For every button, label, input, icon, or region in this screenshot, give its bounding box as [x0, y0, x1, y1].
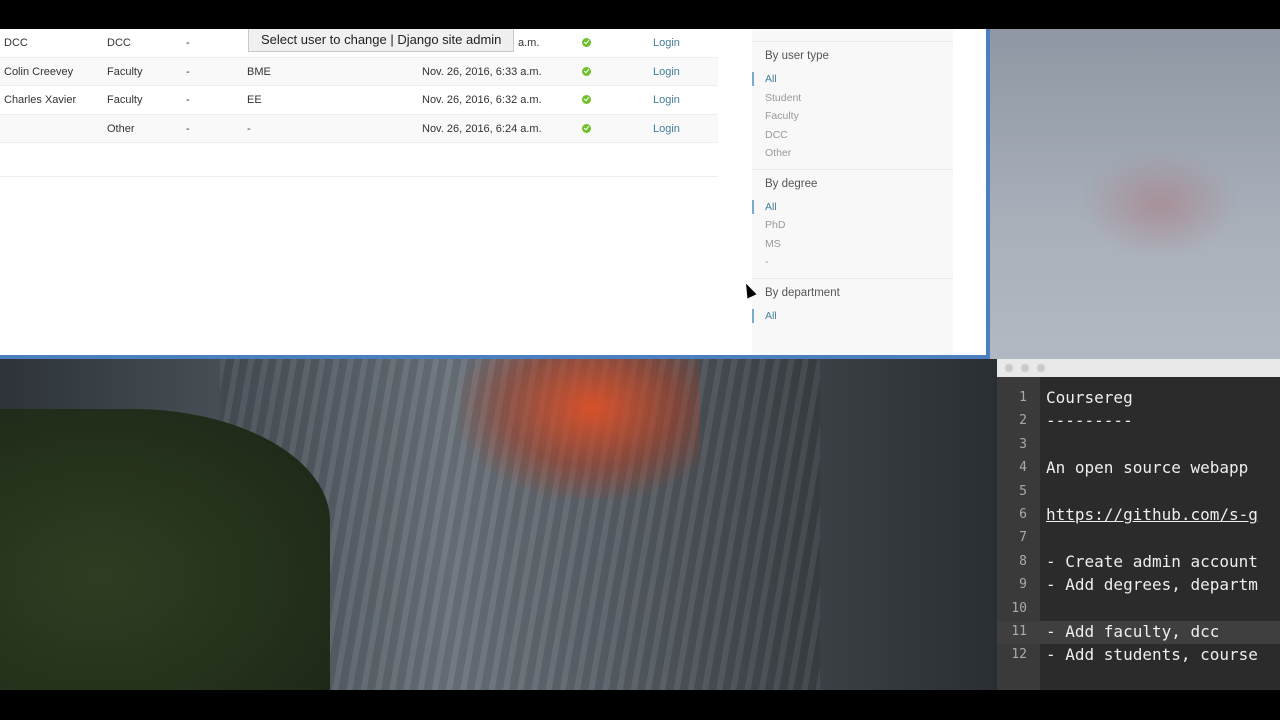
- line-text: - Add degrees, departm: [1046, 575, 1258, 595]
- user-degree: -: [186, 122, 190, 135]
- login-link[interactable]: Login: [653, 37, 680, 49]
- filter-title: By degree: [765, 177, 818, 190]
- window-title-tooltip: Select user to change | Django site admi…: [248, 29, 515, 52]
- user-date: Nov. 26, 2016, 6:24 a.m.: [422, 122, 542, 135]
- user-type: DCC: [107, 37, 131, 49]
- top-black-bar: [0, 0, 1280, 29]
- editor-line-current: 11 - Add faculty, dcc: [997, 620, 1280, 645]
- editor-line: 10: [997, 598, 1280, 621]
- login-link[interactable]: Login: [653, 94, 680, 106]
- table-footer-divider: [0, 176, 718, 177]
- user-degree: -: [186, 94, 190, 106]
- filter-option-ms[interactable]: MS: [765, 235, 953, 254]
- table-row[interactable]: Charles Xavier Faculty - EE Nov. 26, 201…: [0, 86, 718, 115]
- user-date: a.m.: [518, 37, 540, 49]
- filter-option-none[interactable]: -: [765, 253, 953, 272]
- filter-group-user-type: By user type All Student Faculty DCC Oth…: [752, 42, 953, 170]
- line-text: - Create admin account: [1046, 551, 1258, 571]
- editor-line: 12 - Add students, course: [997, 644, 1280, 667]
- repo-link[interactable]: https://github.com/s-g: [1046, 505, 1258, 524]
- wallpaper-cloud: [1080, 149, 1240, 259]
- filter-option-other[interactable]: Other: [765, 144, 953, 163]
- line-text: Coursereg: [1046, 388, 1133, 407]
- line-text: An open source webapp: [1046, 458, 1249, 478]
- filter-option-all[interactable]: All: [765, 307, 953, 326]
- line-number: 4: [1019, 460, 1027, 476]
- browser-window: DCC DCC - a.m. Login Colin Creevey Facul…: [0, 29, 990, 359]
- filter-option-faculty[interactable]: Faculty: [765, 107, 953, 126]
- active-check-icon: [582, 38, 591, 47]
- active-check-icon: [582, 66, 591, 76]
- line-text: - Add students, course: [1046, 645, 1258, 665]
- close-button[interactable]: [1005, 364, 1013, 372]
- editor-line: 3: [997, 434, 1280, 457]
- line-number: 9: [1019, 577, 1027, 593]
- filter-option-phd[interactable]: PhD: [765, 216, 953, 235]
- text-editor-window: 1 Coursereg 2 --------- 3 4 An open source …: [997, 359, 1280, 690]
- user-degree: -: [186, 65, 190, 78]
- editor-line: 1 Coursereg: [997, 387, 1280, 410]
- editor-line: 7: [997, 527, 1280, 550]
- line-number: 2: [1019, 413, 1027, 429]
- table-row[interactable]: Colin Creevey Faculty - BME Nov. 26, 201…: [0, 57, 718, 86]
- editor-line: 8 - Create admin account: [997, 551, 1280, 574]
- editor-line: 6 https://github.com/s-g: [997, 504, 1280, 527]
- user-date: Nov. 26, 2016, 6:33 a.m.: [422, 65, 542, 78]
- line-number: 12: [1011, 647, 1027, 663]
- wallpaper-trees: [0, 409, 330, 690]
- user-department: -: [247, 122, 251, 135]
- filter-header: [752, 29, 953, 42]
- minimize-button[interactable]: [1021, 364, 1029, 372]
- editor-content[interactable]: 1 Coursereg 2 --------- 3 4 An open source …: [997, 387, 1280, 668]
- user-date: Nov. 26, 2016, 6:32 a.m.: [422, 94, 542, 106]
- editor-line: 9 - Add degrees, departm: [997, 574, 1280, 597]
- line-number: 10: [1011, 600, 1027, 616]
- editor-title-bar: [997, 359, 1280, 377]
- user-type: Faculty: [107, 65, 143, 78]
- user-degree: -: [186, 37, 190, 49]
- active-check-icon: [582, 95, 591, 104]
- filter-option-all[interactable]: All: [765, 70, 953, 89]
- line-number: 1: [1019, 390, 1027, 405]
- filter-option-all[interactable]: All: [765, 198, 953, 217]
- user-name: Charles Xavier: [4, 94, 77, 106]
- filter-group-degree: By degree All PhD MS -: [752, 170, 953, 279]
- wallpaper-sunset-glow: [460, 359, 700, 499]
- filter-group-department: By department All: [752, 279, 953, 332]
- line-number: 11: [1011, 623, 1027, 639]
- line-number: 5: [1019, 483, 1027, 499]
- login-link[interactable]: Login: [653, 66, 680, 78]
- table-row[interactable]: Other - - Nov. 26, 2016, 6:24 a.m. Login: [0, 114, 718, 143]
- user-department: BME: [247, 65, 271, 78]
- filter-option-dcc[interactable]: DCC: [765, 126, 953, 145]
- login-link[interactable]: Login: [653, 123, 680, 135]
- zoom-button[interactable]: [1037, 364, 1045, 372]
- user-department: EE: [247, 94, 262, 106]
- filter-title: By department: [765, 286, 840, 299]
- line-number: 3: [1019, 436, 1027, 452]
- active-check-icon: [582, 123, 591, 133]
- line-number: 6: [1019, 506, 1027, 522]
- editor-line: 5: [997, 481, 1280, 504]
- filter-sidebar: By user type All Student Faculty DCC Oth…: [752, 29, 953, 355]
- editor-line: 4 An open source webapp: [997, 457, 1280, 480]
- user-type: Faculty: [107, 94, 143, 106]
- filter-option-student[interactable]: Student: [765, 89, 953, 108]
- user-name: Colin Creevey: [4, 65, 74, 78]
- bottom-black-bar: [0, 690, 1280, 720]
- user-name: DCC: [4, 37, 28, 49]
- line-text: - Add faculty, dcc: [1046, 621, 1220, 641]
- line-number: 8: [1019, 553, 1027, 569]
- editor-line: 2 ---------: [997, 410, 1280, 433]
- line-number: 7: [1019, 530, 1027, 546]
- line-text: ---------: [1046, 411, 1133, 431]
- filter-title: By user type: [765, 50, 829, 62]
- user-type: Other: [107, 122, 135, 135]
